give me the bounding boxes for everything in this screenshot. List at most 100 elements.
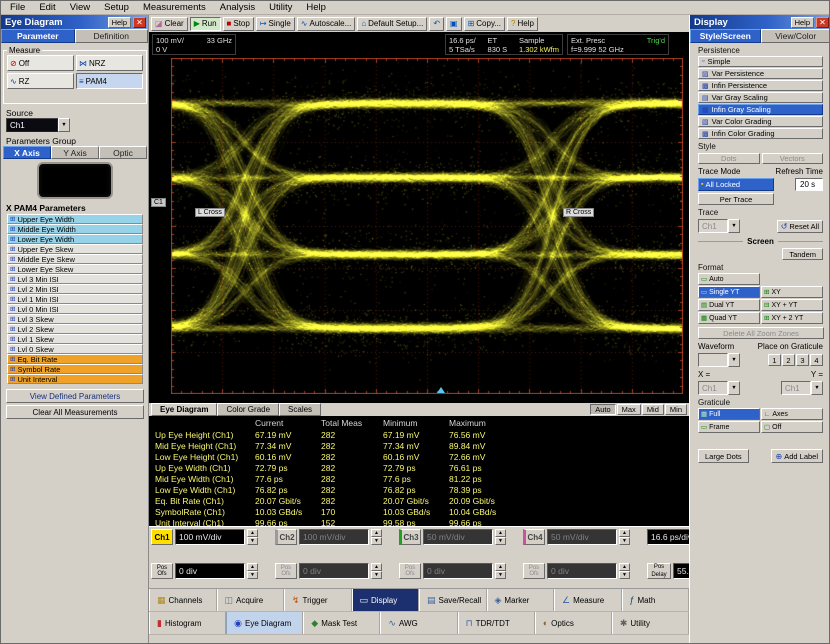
channel-offset-ch1[interactable]: 0 div <box>175 563 245 579</box>
pos-ofs-button-ch2[interactable]: PosOfs <box>275 563 297 579</box>
view-defined-parameters-button[interactable]: View Defined Parameters <box>6 389 144 403</box>
results-tab-eye-diagram[interactable]: Eye Diagram <box>151 403 217 416</box>
bottom-tab-trigger[interactable]: ↯Trigger <box>284 589 352 611</box>
style-dots-button[interactable]: Dots <box>698 153 760 164</box>
parameter-middle-eye-width[interactable]: ⊞Middle Eye Width <box>7 224 143 234</box>
persistence-var-persistence[interactable]: ▨Var Persistence <box>698 68 823 79</box>
spin-down-icon[interactable]: ▼ <box>619 571 630 579</box>
view-max-button[interactable]: Max <box>617 404 641 415</box>
all-locked-button[interactable]: ▪ All Locked <box>698 178 774 191</box>
single-button[interactable]: ↦Single <box>256 17 295 31</box>
measure-nrz-button[interactable]: ⋈NRZ <box>76 55 143 71</box>
spin-up-icon[interactable]: ▲ <box>247 563 258 571</box>
large-dots-button[interactable]: Large Dots <box>698 449 749 463</box>
tab-y-axis[interactable]: Y Axis <box>51 146 99 159</box>
channel-button-ch3[interactable]: Ch3 <box>399 529 421 545</box>
format-quad-yt-button[interactable]: ▦Quad YT <box>698 312 760 324</box>
clear-button[interactable]: ◪Clear <box>151 17 188 31</box>
menu-measurements[interactable]: Measurements <box>136 2 213 13</box>
tab-parameter[interactable]: Parameter <box>1 29 75 43</box>
run-button[interactable]: ▶Run <box>190 17 221 31</box>
channel-offset-ch2[interactable]: 0 div <box>299 563 369 579</box>
bottom-tab-utility[interactable]: ✱Utility <box>612 612 689 634</box>
channel-scale-ch4[interactable]: 50 mV/div <box>547 529 617 545</box>
spin-down-icon[interactable]: ▼ <box>247 537 258 545</box>
results-tab-scales[interactable]: Scales <box>279 403 321 416</box>
parameter-upper-eye-skew[interactable]: ⊞Upper Eye Skew <box>7 244 143 254</box>
place-slot-3-button[interactable]: 3 <box>796 354 809 366</box>
tab-optic[interactable]: Optic <box>99 146 147 159</box>
place-slot-4-button[interactable]: 4 <box>810 354 823 366</box>
help-button[interactable]: ?Help <box>507 17 538 31</box>
persistence-infin-persistence[interactable]: ▩Infin Persistence <box>698 80 823 91</box>
bottom-tab-display[interactable]: ▭Display <box>352 589 420 611</box>
bottom-tab-marker[interactable]: ◈Marker <box>487 589 555 611</box>
parameter-lvl-3-min-isi[interactable]: ⊞Lvl 3 Min ISI <box>7 274 143 284</box>
menu-analysis[interactable]: Analysis <box>213 2 262 13</box>
channel-scale-spinner[interactable]: ▲▼ <box>619 529 630 545</box>
channel-offset-ch3[interactable]: 0 div <box>423 563 493 579</box>
channel-scale-ch2[interactable]: 100 mV/div <box>299 529 369 545</box>
tab-style-screen[interactable]: Style/Screen <box>690 29 761 43</box>
parameter-eq-bit-rate[interactable]: ⊞Eq. Bit Rate <box>7 354 143 364</box>
spin-up-icon[interactable]: ▲ <box>371 563 382 571</box>
per-trace-button[interactable]: Per Trace <box>698 193 774 205</box>
bottom-tab-mask-test[interactable]: ◆Mask Test <box>303 612 380 634</box>
parameter-symbol-rate[interactable]: ⊞Symbol Rate <box>7 364 143 374</box>
spin-up-icon[interactable]: ▲ <box>495 563 506 571</box>
place-slot-2-button[interactable]: 2 <box>782 354 795 366</box>
channel-scale-ch1[interactable]: 100 mV/div <box>175 529 245 545</box>
measure-pam4-button[interactable]: ≡PAM4 <box>76 73 143 89</box>
panel-close-button[interactable]: ✕ <box>133 17 146 28</box>
trigger-info-overlay[interactable]: Ext. Presc Trig'd f=9.999 52 GHz <box>567 34 669 55</box>
parameter-upper-eye-width[interactable]: ⊞Upper Eye Width <box>7 214 143 224</box>
format-auto-button[interactable]: ▭Auto <box>698 273 760 285</box>
pos-ofs-button-ch1[interactable]: PosOfs <box>151 563 173 579</box>
spin-up-icon[interactable]: ▲ <box>247 529 258 537</box>
parameter-lower-eye-width[interactable]: ⊞Lower Eye Width <box>7 234 143 244</box>
menu-utility[interactable]: Utility <box>262 2 299 13</box>
acquisition-info-overlay[interactable]: 16.6 ps/ 5 TSa/s ET 830 S Sample 1.302 k… <box>445 34 563 55</box>
bottom-tab-awg[interactable]: ∿AWG <box>380 612 457 634</box>
source-select[interactable]: Ch1 ▼ <box>6 118 70 132</box>
channel-offset-spinner[interactable]: ▲▼ <box>495 563 506 579</box>
menu-help[interactable]: Help <box>299 2 333 13</box>
graticule-frame-button[interactable]: ▭Frame <box>698 421 760 433</box>
pos-ofs-button-ch4[interactable]: PosOfs <box>523 563 545 579</box>
view-auto-button[interactable]: Auto <box>590 404 615 415</box>
parameter-lvl-1-min-isi[interactable]: ⊞Lvl 1 Min ISI <box>7 294 143 304</box>
position-delay-button[interactable]: Pos Delay <box>647 563 671 579</box>
menu-file[interactable]: File <box>3 2 32 13</box>
trigger-position-marker[interactable] <box>437 387 445 393</box>
persistence-simple[interactable]: ▫Simple <box>698 56 823 67</box>
format-xy-yt-button[interactable]: ⊟XY + YT <box>761 299 823 311</box>
spin-up-icon[interactable]: ▲ <box>619 563 630 571</box>
x-source-select[interactable]: Ch1 ▼ <box>698 381 740 395</box>
menu-edit[interactable]: Edit <box>32 2 62 13</box>
bottom-tab-measure[interactable]: ∠Measure <box>554 589 622 611</box>
bottom-tab-math[interactable]: ƒMath <box>622 589 690 611</box>
right-crossing-label[interactable]: R Cross <box>563 208 594 217</box>
panel-help-button[interactable]: Help <box>108 17 131 28</box>
view-mid-button[interactable]: Mid <box>642 404 664 415</box>
spin-down-icon[interactable]: ▼ <box>495 537 506 545</box>
bottom-tab-save-recall[interactable]: ▤Save/Recall <box>419 589 487 611</box>
channel-button-ch1[interactable]: Ch1 <box>151 529 173 545</box>
persistence-var-color-grading[interactable]: ▧Var Color Grading <box>698 116 823 127</box>
spin-up-icon[interactable]: ▲ <box>495 529 506 537</box>
graticule-off-button[interactable]: ▢Off <box>761 421 823 433</box>
menu-setup[interactable]: Setup <box>97 2 136 13</box>
spin-down-icon[interactable]: ▼ <box>371 537 382 545</box>
tab-definition[interactable]: Definition <box>75 29 149 43</box>
place-slot-1-button[interactable]: 1 <box>768 354 781 366</box>
style-vectors-button[interactable]: Vectors <box>762 153 824 164</box>
channel-offset-spinner[interactable]: ▲▼ <box>619 563 630 579</box>
bottom-tab-acquire[interactable]: ◫Acquire <box>217 589 285 611</box>
copy-button[interactable]: ⊞Copy... <box>464 17 505 31</box>
add-label-button[interactable]: ⊕ Add Label <box>771 449 823 463</box>
undo-button[interactable]: ↶ <box>429 17 444 31</box>
parameter-lvl-1-skew[interactable]: ⊞Lvl 1 Skew <box>7 334 143 344</box>
spin-down-icon[interactable]: ▼ <box>495 571 506 579</box>
format-xy-button[interactable]: ⊞XY <box>761 286 823 298</box>
parameter-lvl-2-min-isi[interactable]: ⊞Lvl 2 Min ISI <box>7 284 143 294</box>
